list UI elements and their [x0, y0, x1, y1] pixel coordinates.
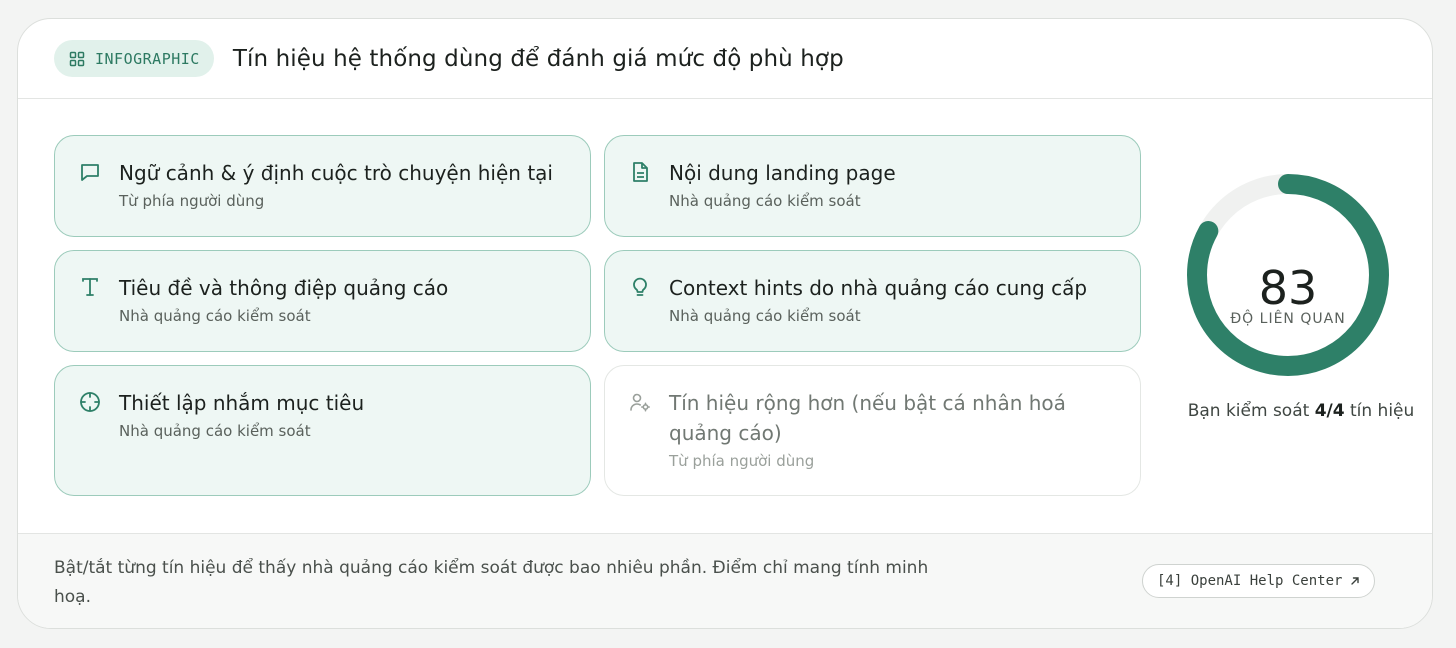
signal-tile-broader-signals[interactable]: Tín hiệu rộng hơn (nếu bật cá nhân hoá q…	[604, 365, 1141, 496]
control-prefix: Bạn kiểm soát	[1187, 401, 1315, 421]
signal-subtitle: Nhà quảng cáo kiểm soát	[669, 192, 861, 210]
gauge-value: 83	[1258, 261, 1318, 315]
lightbulb-icon	[627, 274, 653, 300]
signal-title: Context hints do nhà quảng cáo cung cấp	[669, 276, 1088, 300]
external-arrow-icon	[1350, 576, 1360, 586]
help-center-link[interactable]: [4] OpenAI Help Center	[1142, 564, 1376, 598]
infographic-badge: INFOGRAPHIC	[54, 40, 214, 77]
footer-note: Bật/tắt từng tín hiệu để thấy nhà quảng …	[54, 558, 929, 607]
signal-title: Tín hiệu rộng hơn (nếu bật cá nhân hoá q…	[669, 391, 1066, 445]
signal-tile-targeting[interactable]: Thiết lập nhắm mục tiêu Nhà quảng cáo ki…	[54, 365, 591, 496]
grid-icon	[69, 51, 85, 67]
signal-title: Tiêu đề và thông điệp quảng cáo	[119, 276, 449, 300]
signal-tile-context-hints[interactable]: Context hints do nhà quảng cáo cung cấp …	[604, 250, 1141, 352]
signal-tile-conversation-context[interactable]: Ngữ cảnh & ý định cuộc trò chuyện hiện t…	[54, 135, 591, 237]
text-icon	[77, 274, 103, 300]
control-summary: Bạn kiểm soát 4/4 tín hiệu	[1168, 401, 1432, 421]
card-body: Ngữ cảnh & ý định cuộc trò chuyện hiện t…	[18, 99, 1432, 533]
signal-tile-landing-page[interactable]: Nội dung landing page Nhà quảng cáo kiểm…	[604, 135, 1141, 237]
relevance-gauge: 83 ĐỘ LIÊN QUAN Bạn kiểm soát 4/4 tín hi…	[1168, 99, 1432, 533]
page-title: Tín hiệu hệ thống dùng để đánh giá mức đ…	[232, 45, 844, 72]
signal-subtitle: Từ phía người dùng	[119, 192, 265, 210]
signal-subtitle: Nhà quảng cáo kiểm soát	[119, 422, 311, 440]
signal-title: Ngữ cảnh & ý định cuộc trò chuyện hiện t…	[119, 161, 553, 185]
gauge-label: ĐỘ LIÊN QUAN	[1230, 311, 1346, 327]
infographic-card: INFOGRAPHIC Tín hiệu hệ thống dùng để đá…	[17, 18, 1433, 629]
control-count: 4/4	[1314, 401, 1345, 421]
signal-tile-ad-headline[interactable]: Tiêu đề và thông điệp quảng cáo Nhà quản…	[54, 250, 591, 352]
signal-title: Nội dung landing page	[669, 161, 896, 185]
chat-bubble-icon	[77, 159, 103, 185]
badge-label: INFOGRAPHIC	[95, 49, 200, 68]
help-link-label: [4] OpenAI Help Center	[1157, 573, 1343, 589]
signal-subtitle: Nhà quảng cáo kiểm soát	[119, 307, 311, 325]
signal-subtitle: Từ phía người dùng	[669, 452, 815, 470]
user-settings-icon	[627, 389, 653, 415]
control-suffix: tín hiệu	[1344, 401, 1415, 421]
target-icon	[77, 389, 103, 415]
signal-title: Thiết lập nhắm mục tiêu	[119, 391, 365, 415]
signal-subtitle: Nhà quảng cáo kiểm soát	[669, 307, 861, 325]
card-footer: Bật/tắt từng tín hiệu để thấy nhà quảng …	[18, 533, 1432, 628]
document-icon	[627, 159, 653, 185]
card-header: INFOGRAPHIC Tín hiệu hệ thống dùng để đá…	[18, 19, 1432, 99]
